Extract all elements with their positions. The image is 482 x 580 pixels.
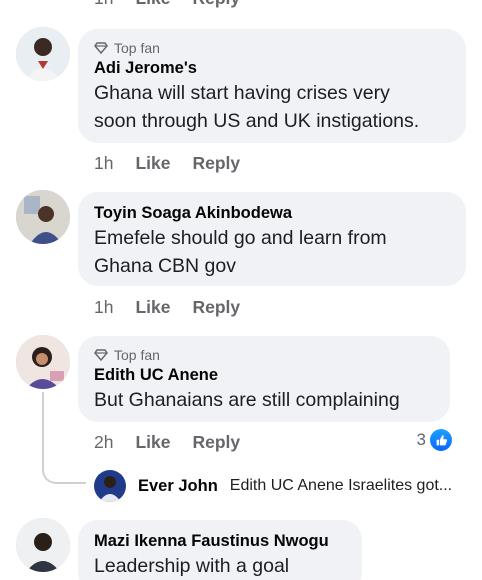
comment-actions: 1h Like Reply <box>94 295 240 319</box>
avatar[interactable] <box>94 470 126 502</box>
comment-bubble: Mazi Ikenna Faustinus Nwogu Leadership w… <box>78 520 362 580</box>
comment-text-line: Ghana CBN gov <box>94 255 236 277</box>
reply-author[interactable]: Ever John <box>138 477 218 496</box>
previous-comment-actions: 1h Like Reply <box>94 0 240 9</box>
avatar[interactable] <box>16 518 70 572</box>
top-fan-badge: Top fan <box>94 39 450 57</box>
comment-author[interactable]: Toyin Soaga Akinbodewa <box>94 202 450 224</box>
like-button[interactable]: Like <box>135 153 170 174</box>
comment-author[interactable]: Mazi Ikenna Faustinus Nwogu <box>94 530 346 552</box>
comment-bubble: Toyin Soaga Akinbodewa Emefele should go… <box>78 192 466 286</box>
reply-preview[interactable]: Ever John Edith UC Anene Israelites got.… <box>94 470 452 502</box>
top-fan-badge: Top fan <box>94 346 434 364</box>
comment-time: 1h <box>94 152 114 173</box>
thumbs-up-icon <box>430 429 452 451</box>
comment-time: 2h <box>94 431 114 452</box>
comment-actions: 1h Like Reply <box>94 151 240 175</box>
reply-snippet[interactable]: Edith UC Anene Israelites got... <box>230 477 452 495</box>
diamond-icon <box>94 42 108 55</box>
avatar[interactable] <box>16 335 70 389</box>
like-button[interactable]: Like <box>135 297 170 318</box>
diamond-icon <box>94 349 108 362</box>
comment-text-line: Leadership with a goal <box>94 555 290 577</box>
reply-button[interactable]: Reply <box>193 153 241 174</box>
comment-text-line: Ghana will start having crises very <box>94 82 390 104</box>
comment-text-line: Emefele should go and learn from <box>94 227 387 249</box>
comment-text-line: soon through US and UK instigations. <box>94 110 420 132</box>
comment-bubble: Top fan Edith UC Anene But Ghanaians are… <box>78 336 450 422</box>
like-button[interactable]: Like <box>135 432 170 453</box>
reply-button[interactable]: Reply <box>193 297 241 318</box>
reaction-summary[interactable]: 3 <box>417 429 452 451</box>
reaction-count: 3 <box>416 430 426 449</box>
comment-text-line: But Ghanaians are still complaining <box>94 389 400 411</box>
like-button[interactable]: Like <box>135 0 170 9</box>
comment-author[interactable]: Adi Jerome's <box>94 57 450 79</box>
reply-button[interactable]: Reply <box>193 0 241 9</box>
comment-author[interactable]: Edith UC Anene <box>94 364 434 386</box>
avatar[interactable] <box>16 190 70 244</box>
avatar[interactable] <box>16 27 70 81</box>
comment-bubble: Top fan Adi Jerome's Ghana will start ha… <box>78 29 466 143</box>
comment-time: 1h <box>94 0 113 9</box>
comment-actions: 2h Like Reply <box>94 430 240 454</box>
thread-connector <box>42 462 86 484</box>
reply-button[interactable]: Reply <box>193 432 241 453</box>
comment-time: 1h <box>94 296 114 317</box>
thread-line <box>42 392 44 462</box>
